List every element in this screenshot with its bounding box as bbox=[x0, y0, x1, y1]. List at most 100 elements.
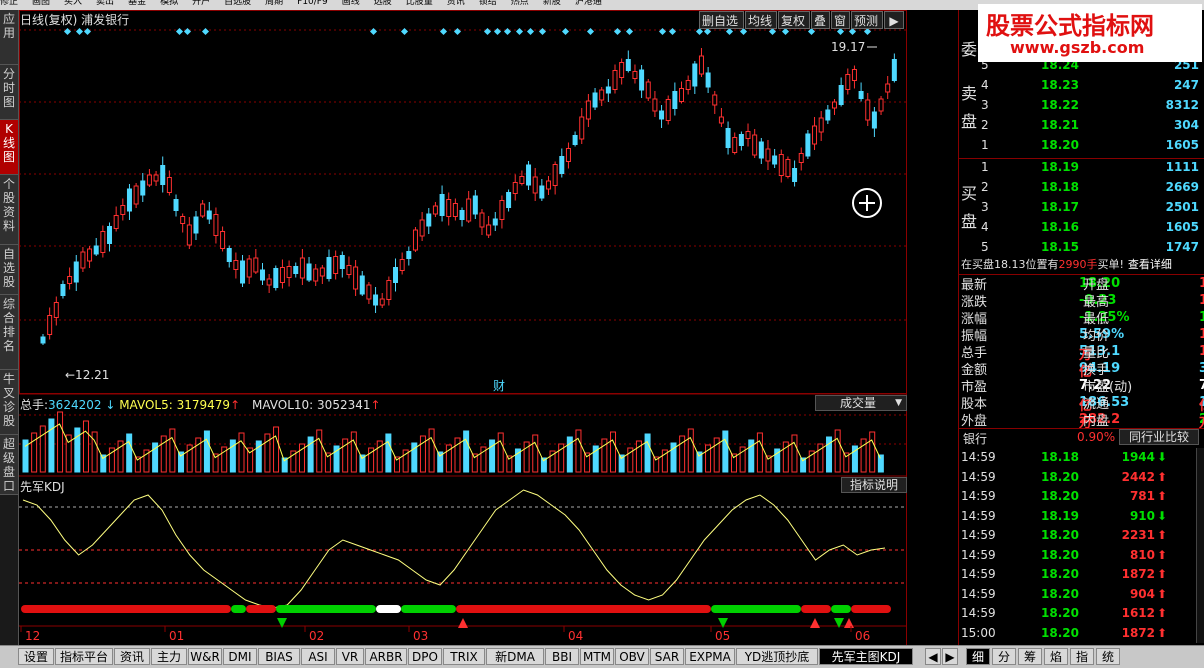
indicator-tab[interactable]: SAR bbox=[650, 648, 684, 665]
orderbook-row[interactable]: 5 18.15 1747 bbox=[959, 238, 1199, 258]
kline-tool-button[interactable]: 删自选 bbox=[699, 11, 744, 29]
chart-canvas[interactable]: 19.5618.0216.4714.9313.3819.17←12.21财869… bbox=[19, 10, 952, 645]
indicator-tab[interactable]: TRIX bbox=[443, 648, 485, 665]
indicator-tab[interactable]: 资讯 bbox=[114, 648, 150, 665]
indicator-tab[interactable]: VR bbox=[336, 648, 364, 665]
orderbook-row[interactable]: 2 18.18 2669 bbox=[959, 178, 1199, 198]
panel-tab[interactable]: 细 bbox=[966, 648, 990, 665]
topbar-item[interactable]: 画图 bbox=[32, 0, 50, 7]
indicator-tab[interactable]: 指标平台 bbox=[55, 648, 113, 665]
indicator-tab[interactable]: YD逃顶抄底 bbox=[736, 648, 818, 665]
orderbook-row[interactable]: 3 18.17 2501 bbox=[959, 198, 1199, 218]
indicator-tab[interactable]: W&R bbox=[188, 648, 222, 665]
indicator-tab[interactable]: 设置 bbox=[18, 648, 54, 665]
panel-tab[interactable]: 筹 bbox=[1018, 648, 1042, 665]
orderbook-row[interactable]: 2 18.21 304 bbox=[959, 116, 1199, 136]
panel-tab[interactable]: 焰 bbox=[1044, 648, 1068, 665]
level-number: 1 bbox=[981, 160, 989, 174]
nav-7[interactable]: 超级盘口 bbox=[0, 435, 18, 495]
level-number: 4 bbox=[981, 220, 989, 234]
indicator-tab[interactable]: BIAS bbox=[258, 648, 300, 665]
candle-body bbox=[206, 210, 212, 220]
topbar-item[interactable]: 自选股 bbox=[224, 0, 251, 7]
orderbook-row[interactable]: 1 18.19 1111 bbox=[959, 158, 1199, 178]
topbar-item[interactable]: 热点 bbox=[511, 0, 529, 7]
topbar-item[interactable]: F10/F9 bbox=[297, 0, 328, 7]
diamond-marker-icon bbox=[658, 27, 667, 36]
indicator-tab[interactable]: ASI bbox=[301, 648, 335, 665]
candle-body bbox=[393, 267, 399, 283]
indicator-tab[interactable]: 新DMA bbox=[486, 648, 544, 665]
diamond-marker-icon bbox=[625, 27, 634, 36]
nav-3[interactable]: 个股资料 bbox=[0, 175, 18, 245]
kline-tool-button[interactable]: 窗 bbox=[831, 11, 850, 29]
indicator-tab[interactable]: 先军主图KDJ bbox=[819, 648, 913, 665]
indicator-tab[interactable]: DPO bbox=[408, 648, 442, 665]
nav-0[interactable]: 应用 bbox=[0, 10, 18, 65]
indicator-help-button[interactable]: 指标说明 bbox=[841, 477, 907, 493]
quote-row: 金额94.19亿换手3.44% bbox=[959, 359, 1204, 380]
panel-tab[interactable]: 分 bbox=[992, 648, 1016, 665]
level-volume: 1747 bbox=[1165, 240, 1199, 254]
topbar-item[interactable]: 资讯 bbox=[447, 0, 465, 7]
topbar-item[interactable]: 修正 bbox=[0, 0, 18, 7]
indicator-tab[interactable]: EXPMA bbox=[685, 648, 735, 665]
chevron-left-icon[interactable]: ◀ bbox=[925, 648, 941, 665]
topbar-item[interactable]: 选股 bbox=[374, 0, 392, 7]
indicator-tab[interactable]: ARBR bbox=[365, 648, 407, 665]
kline-tool-button[interactable]: 均线 bbox=[745, 11, 777, 29]
panel-tab[interactable]: 统 bbox=[1096, 648, 1120, 665]
indicator-tab[interactable]: DMI bbox=[223, 648, 257, 665]
diamond-marker-icon bbox=[183, 27, 192, 36]
candle-body bbox=[67, 276, 73, 284]
chevron-right-icon[interactable]: ▶ bbox=[942, 648, 958, 665]
quote-row: 总手513.1万量比1.61 bbox=[959, 342, 1204, 363]
candle-body bbox=[672, 91, 678, 109]
panel-tab[interactable]: 指 bbox=[1070, 648, 1094, 665]
nav-2[interactable]: K线图 bbox=[0, 120, 18, 175]
nav-4[interactable]: 自选股 bbox=[0, 245, 18, 295]
nav-1[interactable]: 分时图 bbox=[0, 65, 18, 120]
topbar-item[interactable]: 比股量 bbox=[406, 0, 433, 7]
tick-price: 18.19 bbox=[1041, 508, 1079, 523]
view-detail-link[interactable]: 查看详细 bbox=[1128, 258, 1172, 271]
orderbook-row[interactable]: 4 18.16 1605 bbox=[959, 218, 1199, 238]
kline-tool-button[interactable]: 预测 bbox=[851, 11, 883, 29]
topbar-item[interactable]: 模拟 bbox=[160, 0, 178, 7]
topbar-item[interactable]: 画线 bbox=[342, 0, 360, 7]
candle-body bbox=[639, 69, 645, 91]
topbar-item[interactable]: 新股 bbox=[543, 0, 561, 7]
orderbook-row[interactable]: 3 18.22 8312 bbox=[959, 96, 1199, 116]
quote-number: 17.95 bbox=[1199, 310, 1204, 325]
kline-tool-button[interactable]: 复权 bbox=[778, 11, 810, 29]
candle-body bbox=[585, 100, 591, 120]
topbar-item[interactable]: 沪港通 bbox=[575, 0, 602, 7]
topbar-item[interactable]: 基金 bbox=[128, 0, 146, 7]
indicator-tab[interactable]: BBI bbox=[545, 648, 579, 665]
kline-tool-button[interactable]: 叠 bbox=[811, 11, 830, 29]
orderbook-row[interactable]: 1 18.20 1605 bbox=[959, 136, 1199, 156]
tick-scrollbar[interactable] bbox=[1196, 448, 1204, 643]
topbar-item[interactable]: 买入 bbox=[64, 0, 82, 7]
candle-body bbox=[160, 165, 166, 185]
topbar-item[interactable]: 周期 bbox=[265, 0, 283, 7]
candle-body bbox=[326, 257, 332, 279]
topbar-item[interactable]: 锁结 bbox=[479, 0, 497, 7]
tick-row: 14:59 18.20 904 ⬆ bbox=[959, 585, 1199, 605]
candle-body bbox=[180, 216, 186, 224]
topbar-item[interactable]: 开户 bbox=[192, 0, 210, 7]
level-price: 18.18 bbox=[1041, 180, 1079, 194]
orderbook-row[interactable]: 4 18.23 247 bbox=[959, 76, 1199, 96]
industry-compare-button[interactable]: 同行业比较 bbox=[1119, 429, 1199, 445]
nav-5[interactable]: 综合排名 bbox=[0, 295, 18, 370]
diamond-marker-icon bbox=[668, 27, 677, 36]
expand-icon[interactable]: ▶ bbox=[884, 11, 904, 29]
candle-body bbox=[379, 298, 385, 306]
signal-band-segment bbox=[831, 605, 851, 613]
indicator-tab[interactable]: 主力 bbox=[151, 648, 187, 665]
topbar-item[interactable]: 卖出 bbox=[96, 0, 114, 7]
indicator-tab[interactable]: OBV bbox=[615, 648, 649, 665]
volume-select[interactable]: 成交量 ▼ bbox=[815, 395, 907, 411]
indicator-tab[interactable]: MTM bbox=[580, 648, 614, 665]
nav-6[interactable]: 牛叉诊股 bbox=[0, 370, 18, 435]
